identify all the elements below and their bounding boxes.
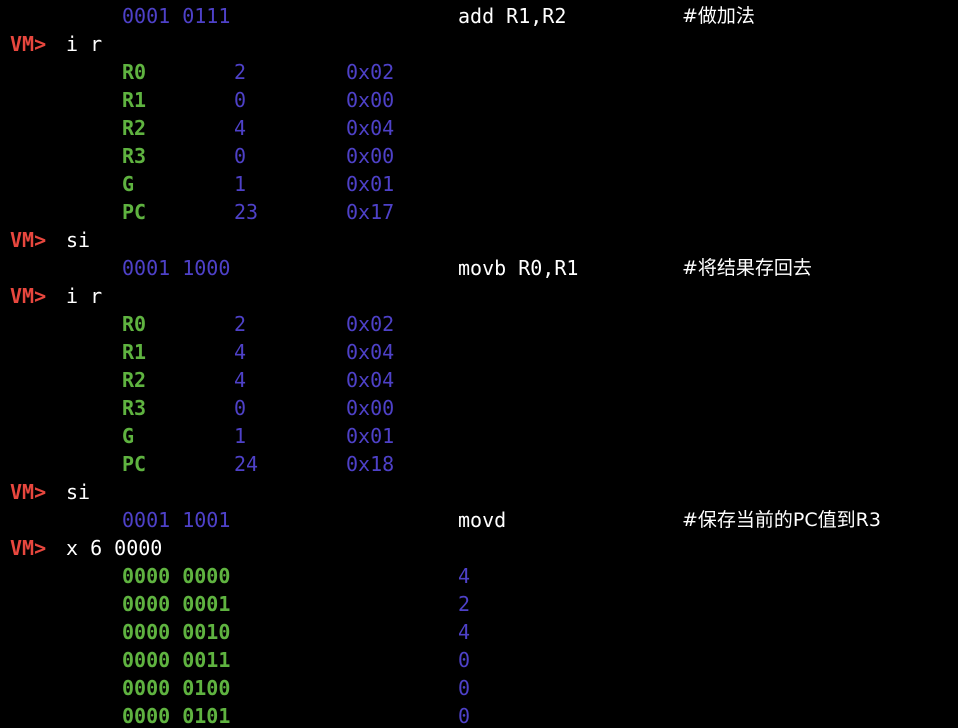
memory-row: 0000 0011 0 xyxy=(0,644,958,672)
register-dec-value: 4 xyxy=(234,340,247,364)
register-name: R2 xyxy=(122,116,147,140)
register-hex-value: 0x00 xyxy=(346,88,395,112)
register-row: R0 2 0x02 xyxy=(0,56,958,84)
register-dec-value: 23 xyxy=(234,200,259,224)
memory-row: 0000 0010 4 xyxy=(0,616,958,644)
command-line: VM> i r xyxy=(0,280,958,308)
register-hex-value: 0x04 xyxy=(346,116,395,140)
register-name: G xyxy=(122,172,135,196)
memory-address: 0000 0100 xyxy=(122,676,231,700)
instruction-line: 0001 1001 movd #保存当前的PC值到R3 xyxy=(0,504,958,532)
register-hex-value: 0x01 xyxy=(346,172,395,196)
memory-value: 0 xyxy=(458,676,471,700)
register-name: R3 xyxy=(122,396,147,420)
register-hex-value: 0x04 xyxy=(346,340,395,364)
command-line: VM> si xyxy=(0,476,958,504)
register-dec-value: 24 xyxy=(234,452,259,476)
command-line: VM> si xyxy=(0,224,958,252)
memory-address: 0000 0001 xyxy=(122,592,231,616)
vm-prompt: VM> xyxy=(10,284,47,308)
memory-row: 0000 0100 0 xyxy=(0,672,958,700)
command-text: i r xyxy=(66,32,103,56)
register-row: R3 0 0x00 xyxy=(0,392,958,420)
register-dec-value: 1 xyxy=(234,424,247,448)
register-name: R2 xyxy=(122,368,147,392)
command-text: si xyxy=(66,228,91,252)
register-name: R1 xyxy=(122,88,147,112)
instruction-asm: add R1,R2 xyxy=(458,4,567,28)
register-dec-value: 2 xyxy=(234,312,247,336)
instruction-bits: 0001 1001 xyxy=(122,508,231,532)
register-name: R0 xyxy=(122,312,147,336)
register-row: PC 24 0x18 xyxy=(0,448,958,476)
vm-prompt: VM> xyxy=(10,228,47,252)
register-hex-value: 0x00 xyxy=(346,396,395,420)
memory-row: 0000 0000 4 xyxy=(0,560,958,588)
vm-prompt: VM> xyxy=(10,480,47,504)
instruction-comment: #做加法 xyxy=(682,5,755,27)
instruction-line: 0001 0111 add R1,R2 #做加法 xyxy=(0,0,958,28)
memory-value: 0 xyxy=(458,704,471,728)
register-hex-value: 0x02 xyxy=(346,312,395,336)
memory-value: 4 xyxy=(458,564,471,588)
register-dec-value: 1 xyxy=(234,172,247,196)
instruction-bits: 0001 1000 xyxy=(122,256,231,280)
register-dec-value: 4 xyxy=(234,116,247,140)
terminal-window[interactable]: 0001 0111 add R1,R2 #做加法 VM> i r R0 2 0x02 R1 0 0x… xyxy=(0,0,958,728)
register-dec-value: 0 xyxy=(234,144,247,168)
memory-address: 0000 0000 xyxy=(122,564,231,588)
command-text: si xyxy=(66,480,91,504)
instruction-comment: #将结果存回去 xyxy=(682,257,812,279)
instruction-line: 0001 1000 movb R0,R1 #将结果存回去 xyxy=(0,252,958,280)
register-row: G 1 0x01 xyxy=(0,168,958,196)
instruction-bits: 0001 0111 xyxy=(122,4,231,28)
register-row: R1 0 0x00 xyxy=(0,84,958,112)
memory-address: 0000 0011 xyxy=(122,648,231,672)
register-hex-value: 0x17 xyxy=(346,200,395,224)
register-dec-value: 2 xyxy=(234,60,247,84)
command-text: i r xyxy=(66,284,103,308)
register-name: G xyxy=(122,424,135,448)
memory-row: 0000 0001 2 xyxy=(0,588,958,616)
register-row: G 1 0x01 xyxy=(0,420,958,448)
memory-value: 0 xyxy=(458,648,471,672)
register-row: PC 23 0x17 xyxy=(0,196,958,224)
memory-row: 0000 0101 0 xyxy=(0,700,958,728)
instruction-comment: #保存当前的PC值到R3 xyxy=(682,509,881,531)
register-name: PC xyxy=(122,452,147,476)
register-name: PC xyxy=(122,200,147,224)
register-hex-value: 0x00 xyxy=(346,144,395,168)
register-hex-value: 0x18 xyxy=(346,452,395,476)
memory-address: 0000 0010 xyxy=(122,620,231,644)
instruction-asm: movd xyxy=(458,508,507,532)
register-hex-value: 0x04 xyxy=(346,368,395,392)
command-line: VM> i r xyxy=(0,28,958,56)
vm-prompt: VM> xyxy=(10,536,47,560)
register-hex-value: 0x01 xyxy=(346,424,395,448)
register-row: R2 4 0x04 xyxy=(0,112,958,140)
register-name: R0 xyxy=(122,60,147,84)
command-line: VM> x 6 0000 xyxy=(0,532,958,560)
register-dec-value: 4 xyxy=(234,368,247,392)
memory-address: 0000 0101 xyxy=(122,704,231,728)
register-name: R3 xyxy=(122,144,147,168)
register-dec-value: 0 xyxy=(234,396,247,420)
register-row: R3 0 0x00 xyxy=(0,140,958,168)
register-hex-value: 0x02 xyxy=(346,60,395,84)
command-text: x 6 0000 xyxy=(66,536,163,560)
vm-prompt: VM> xyxy=(10,32,47,56)
register-name: R1 xyxy=(122,340,147,364)
register-row: R1 4 0x04 xyxy=(0,336,958,364)
memory-value: 2 xyxy=(458,592,471,616)
register-row: R0 2 0x02 xyxy=(0,308,958,336)
memory-value: 4 xyxy=(458,620,471,644)
instruction-asm: movb R0,R1 xyxy=(458,256,579,280)
register-row: R2 4 0x04 xyxy=(0,364,958,392)
register-dec-value: 0 xyxy=(234,88,247,112)
